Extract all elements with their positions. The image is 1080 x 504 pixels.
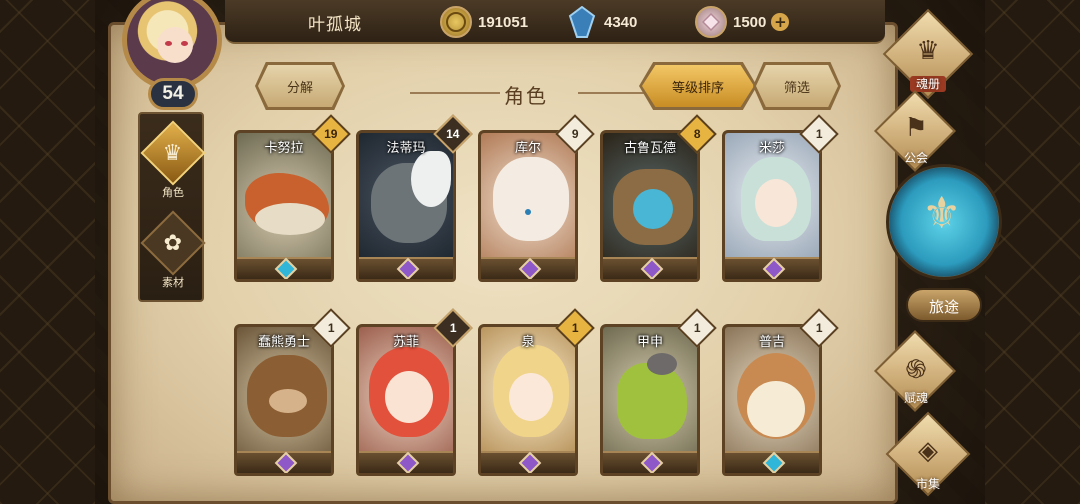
character-card[interactable]: 泉 bbox=[478, 324, 578, 476]
panel-title: 角色 bbox=[504, 84, 548, 108]
avatar-eye-icon bbox=[165, 41, 172, 46]
crystal-currency[interactable]: 4340 bbox=[566, 5, 637, 39]
character-card[interactable]: 普吉 bbox=[722, 324, 822, 476]
shard-icon bbox=[695, 6, 727, 38]
avatar bbox=[122, 0, 222, 90]
nav-market[interactable]: ◈ 市集 bbox=[878, 411, 978, 498]
market-icon: ◈ bbox=[918, 436, 938, 466]
journey-label: 旅途 bbox=[906, 288, 982, 322]
filter-button[interactable]: 筛选 bbox=[756, 65, 838, 107]
gold-currency[interactable]: 191051 bbox=[440, 5, 528, 39]
player-level-badge: 54 bbox=[148, 78, 198, 110]
character-card[interactable]: 甲申 bbox=[600, 324, 700, 476]
title-ornament-left bbox=[410, 92, 500, 94]
nav-characters[interactable]: ♛ 角色 bbox=[140, 120, 206, 206]
journey-button[interactable]: ⚜ 旅途 bbox=[882, 160, 1002, 330]
decompose-button[interactable]: 分解 bbox=[258, 65, 342, 107]
nav-market-label: 市集 bbox=[915, 477, 940, 491]
crystal-icon bbox=[566, 6, 598, 38]
nav-endow-soul[interactable]: ֍ 赋魂 bbox=[866, 329, 966, 413]
crystal-amount: 4340 bbox=[604, 13, 638, 31]
gold-amount: 191051 bbox=[478, 13, 529, 31]
gold-coin-icon bbox=[440, 6, 472, 38]
nav-endow-soul-label: 赋魂 bbox=[903, 391, 928, 405]
level-sort-button[interactable]: 等级排序 bbox=[642, 65, 754, 107]
shard-amount: 1500 bbox=[733, 13, 767, 31]
guild-icon: ⚑ bbox=[904, 113, 928, 143]
left-nav: ♛ 角色 ✿ 素材 bbox=[138, 112, 206, 302]
character-card[interactable]: 法蒂玛 bbox=[356, 130, 456, 282]
player-avatar-frame[interactable]: 54 bbox=[110, 0, 234, 110]
material-icon: ✿ bbox=[140, 210, 206, 276]
character-card[interactable]: 卡努拉 bbox=[234, 130, 334, 282]
avatar-face bbox=[157, 27, 193, 63]
player-name: 叶孤城 bbox=[308, 15, 362, 35]
shard-currency[interactable]: 1500 + bbox=[695, 5, 790, 39]
character-card[interactable]: 苏菲 bbox=[356, 324, 456, 476]
soul-book-icon: ♛ bbox=[916, 36, 940, 66]
character-card[interactable]: 库尔 bbox=[478, 130, 578, 282]
nav-materials-label: 素材 bbox=[162, 276, 184, 289]
character-card[interactable]: 古鲁瓦德 bbox=[600, 130, 700, 282]
avatar-eye-icon bbox=[181, 41, 188, 46]
character-card[interactable]: 蠢熊勇士 bbox=[234, 324, 334, 476]
character-card[interactable]: 米莎 bbox=[722, 130, 822, 282]
nav-soul-book[interactable]: ♛ 魂册 bbox=[878, 8, 978, 100]
add-shard-button[interactable]: + bbox=[771, 13, 790, 31]
nav-materials[interactable]: ✿ 素材 bbox=[140, 210, 206, 296]
left-border-pattern bbox=[0, 0, 95, 504]
helmet-icon: ♛ bbox=[140, 120, 206, 186]
nav-characters-label: 角色 bbox=[162, 186, 184, 199]
endow-soul-icon: ֍ bbox=[905, 355, 927, 385]
journey-emblem-icon: ⚜ bbox=[922, 188, 962, 239]
